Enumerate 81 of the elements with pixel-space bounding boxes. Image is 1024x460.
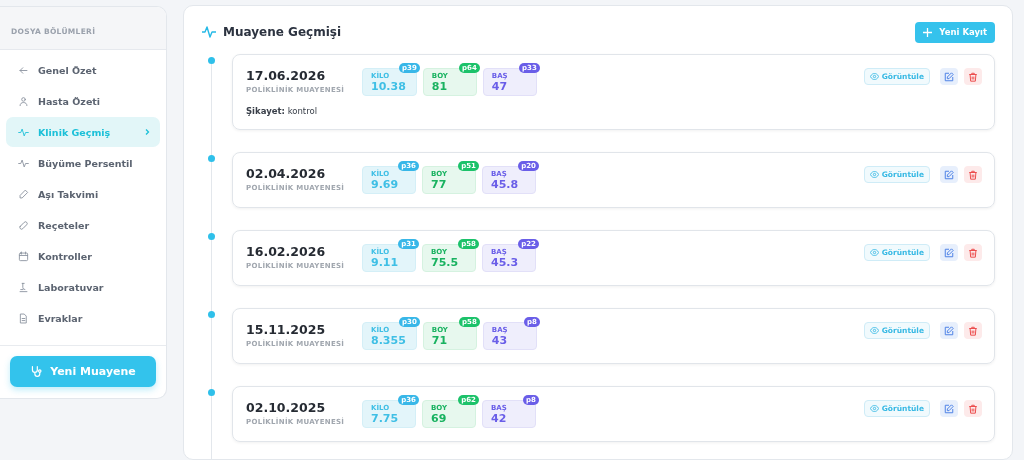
timeline-dot [208, 389, 215, 396]
delete-button[interactable] [964, 166, 982, 183]
pen-icon [18, 188, 29, 200]
metric-value: 42 [491, 412, 508, 425]
delete-button[interactable] [964, 68, 982, 85]
metric-value: 77 [431, 178, 448, 191]
timeline-dot [208, 155, 215, 162]
trash-icon [968, 325, 978, 336]
eye-icon [869, 72, 879, 81]
metric-value: 7.75 [371, 412, 400, 425]
trash-icon [968, 247, 978, 258]
sidebar-item[interactable]: Kontroller [6, 241, 160, 271]
visit-date: 02.04.2026 [246, 166, 327, 181]
sidebar-item-label: Büyüme Persentil [38, 157, 134, 169]
pulse-icon [201, 24, 217, 40]
visit-date: 17.06.2026 [246, 68, 327, 83]
section-title: Muayene Geçmişi [223, 25, 342, 39]
arrow-left-icon [18, 64, 29, 76]
stethoscope-icon [30, 365, 44, 378]
document-icon [18, 312, 29, 324]
edit-icon [944, 169, 954, 180]
calendar-icon [18, 250, 29, 262]
edit-button[interactable] [940, 68, 958, 85]
sidebar-item[interactable]: Büyüme Persentil [6, 148, 160, 178]
edit-button[interactable] [940, 322, 958, 339]
complaint-text: Şikayet: kontrol [246, 106, 319, 116]
edit-icon [944, 325, 954, 336]
eye-icon [869, 404, 879, 413]
sidebar-item-label: Klinik Geçmiş [38, 126, 112, 138]
sidebar-item[interactable]: Evraklar [6, 303, 160, 333]
sidebar-item[interactable]: Reçeteler [6, 210, 160, 240]
timeline-dot [208, 57, 215, 64]
timeline-dot [208, 233, 215, 240]
delete-button[interactable] [964, 322, 982, 339]
sidebar-item-label: Aşı Takvimi [38, 188, 100, 200]
metric-value: 81 [431, 80, 449, 93]
metric-value: 75.5 [431, 256, 460, 269]
pulse-icon [18, 157, 29, 169]
sidebar-item[interactable]: Laboratuvar [6, 272, 160, 302]
sidebar-item[interactable]: Hasta Özeti [6, 86, 160, 116]
eye-icon [869, 170, 879, 179]
edit-button[interactable] [940, 244, 958, 261]
sidebar-item-label: Laboratuvar [38, 281, 105, 293]
sidebar-item-label: Reçeteler [38, 219, 91, 231]
timeline-dot [208, 311, 215, 318]
trash-icon [968, 403, 978, 414]
metric-value: 9.11 [371, 256, 400, 269]
visit-date: 16.02.2026 [246, 244, 327, 259]
sidebar-item-label: Hasta Özeti [38, 95, 102, 107]
visit-date: 15.11.2025 [246, 322, 327, 337]
chevron-right-icon [143, 128, 151, 136]
metric-value: 47 [491, 80, 509, 93]
edit-icon [944, 71, 954, 82]
metric-value: 71 [431, 334, 449, 347]
pill-icon [18, 219, 29, 231]
sidebar-item-label: Genel Özet [38, 64, 98, 76]
metric-value: 43 [491, 334, 509, 347]
delete-button[interactable] [964, 400, 982, 417]
user-icon [18, 95, 29, 107]
eye-icon [869, 248, 879, 257]
metric-value: 45.3 [491, 256, 520, 269]
pulse-icon [18, 126, 29, 138]
metric-value: 69 [431, 412, 448, 425]
visit-date: 02.10.2025 [246, 400, 327, 415]
trash-icon [968, 169, 978, 180]
plus-icon [923, 27, 933, 37]
edit-button[interactable] [940, 166, 958, 183]
sidebar-item-label: Evraklar [38, 312, 84, 324]
sidebar-item-label: Kontroller [38, 250, 93, 262]
sidebar-item[interactable]: Genel Özet [6, 55, 160, 85]
metric-value: 10.38 [371, 80, 406, 93]
edit-icon [944, 403, 954, 414]
eye-icon [869, 326, 879, 335]
edit-button[interactable] [940, 400, 958, 417]
metric-value: 45.8 [491, 178, 520, 191]
delete-button[interactable] [964, 244, 982, 261]
edit-icon [944, 247, 954, 258]
metric-value: 8.355 [371, 334, 406, 347]
metric-value: 9.69 [371, 178, 400, 191]
trash-icon [968, 71, 978, 82]
sidebar-item[interactable]: Aşı Takvimi [6, 179, 160, 209]
